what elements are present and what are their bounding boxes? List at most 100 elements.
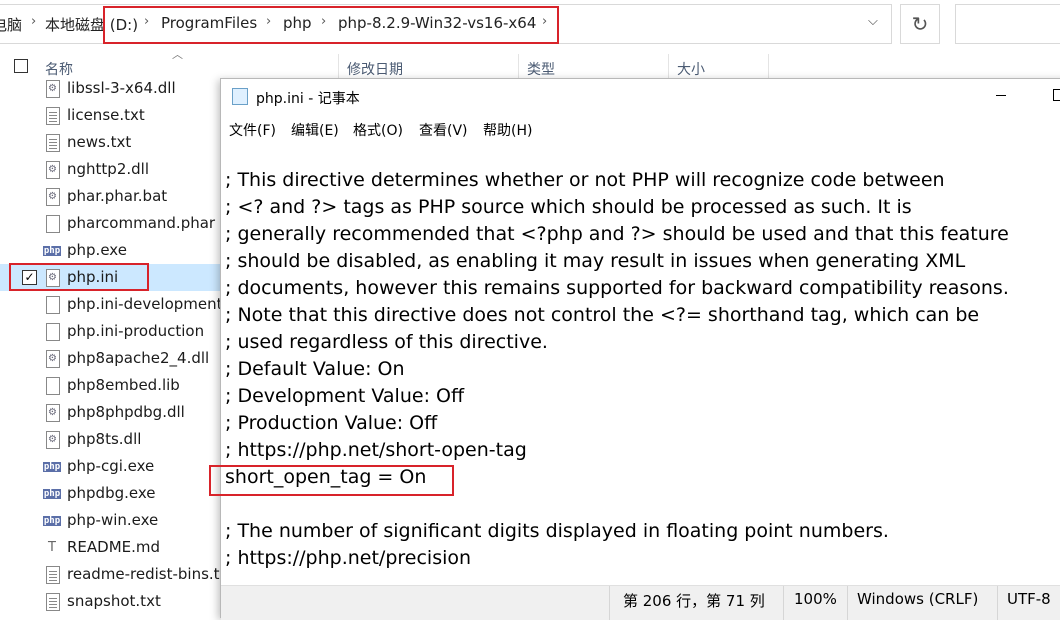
select-all-checkbox[interactable] xyxy=(14,59,28,73)
file-row[interactable]: php8apache2_4.dll xyxy=(0,345,230,372)
column-type[interactable]: 类型 xyxy=(527,59,555,79)
file-row[interactable]: php php.exe xyxy=(0,237,230,264)
refresh-icon: ↻ xyxy=(911,12,929,36)
file-row[interactable]: php php-cgi.exe xyxy=(0,453,230,480)
column-divider[interactable] xyxy=(518,54,519,80)
file-name: readme-redist-bins.txt xyxy=(67,565,235,583)
notepad-window: php.ini - 记事本 文件(F) 编辑(E) 格式(O) 查看(V) 帮助… xyxy=(209,78,1060,620)
blank-file-icon xyxy=(46,296,60,314)
file-row[interactable]: php php-win.exe xyxy=(0,507,230,534)
text-file-icon xyxy=(46,134,60,152)
file-row[interactable]: snapshot.txt xyxy=(0,588,230,615)
text-line: ; This directive determines whether or n… xyxy=(225,169,945,191)
text-line: ; should be disabled, as enabling it may… xyxy=(225,250,966,272)
file-name: nghttp2.dll xyxy=(67,160,149,178)
text-file-icon xyxy=(46,566,60,584)
php-icon-label: php xyxy=(43,246,61,256)
text-line: ; Development Value: Off xyxy=(225,385,465,407)
text-line: ; Default Value: On xyxy=(225,358,405,380)
chevron-right-icon[interactable]: › xyxy=(31,14,36,29)
text-line: ; documents, however this remains suppor… xyxy=(225,277,1009,299)
blank-file-icon xyxy=(46,323,60,341)
file-name: pharcommand.phar xyxy=(67,214,216,232)
file-name: php-win.exe xyxy=(67,511,159,529)
notepad-text-area[interactable]: ; This directive determines whether or n… xyxy=(225,169,1055,575)
file-row[interactable]: php phpdbg.exe xyxy=(0,480,230,507)
text-line: ; https://php.net/short-open-tag xyxy=(225,439,527,461)
text-line: ; generally recommended that <?php and ?… xyxy=(225,223,1009,245)
file-name: license.txt xyxy=(67,106,145,124)
file-row[interactable]: pharcommand.phar xyxy=(0,210,230,237)
file-row[interactable]: php8phpdbg.dll xyxy=(0,399,230,426)
file-row[interactable]: license.txt xyxy=(0,102,230,129)
file-row[interactable]: news.txt xyxy=(0,129,230,156)
php-exe-icon: php xyxy=(43,242,61,260)
file-name: README.md xyxy=(67,538,161,556)
sort-ascending-icon: ︿ xyxy=(172,48,183,61)
text-line: ; Note that this directive does not cont… xyxy=(225,304,980,326)
file-row[interactable]: php8embed.lib xyxy=(0,372,230,399)
file-name: php.exe xyxy=(67,241,127,259)
file-name: snapshot.txt xyxy=(67,592,161,610)
file-row[interactable]: nghttp2.dll xyxy=(0,156,230,183)
breadcrumb-this-pc[interactable]: 电脑 xyxy=(0,14,22,35)
chevron-down-icon[interactable]: ⌵ xyxy=(868,14,878,29)
notepad-titlebar[interactable]: php.ini - 记事本 xyxy=(221,79,1060,115)
file-name: php-cgi.exe xyxy=(67,457,155,475)
gear-file-icon xyxy=(46,161,60,179)
php-icon-label: php xyxy=(43,489,61,499)
php-exe-icon: php xyxy=(43,512,61,530)
php-icon-label: php xyxy=(43,516,61,526)
file-row[interactable]: php.ini-development xyxy=(0,291,230,318)
blank-file-icon xyxy=(46,215,60,233)
notepad-menubar: 文件(F) 编辑(E) 格式(O) 查看(V) 帮助(H) xyxy=(221,117,1060,141)
refresh-button[interactable]: ↻ xyxy=(900,4,940,44)
minimize-icon[interactable] xyxy=(996,95,1006,96)
column-size[interactable]: 大小 xyxy=(677,59,705,79)
file-row[interactable]: T README.md xyxy=(0,534,230,561)
column-divider[interactable] xyxy=(668,54,669,80)
php-exe-icon: php xyxy=(43,485,61,503)
markdown-file-icon: T xyxy=(48,540,56,555)
blank-file-icon xyxy=(46,377,60,395)
file-name: libssl-3-x64.dll xyxy=(67,79,176,97)
file-name: php8apache2_4.dll xyxy=(67,349,210,367)
file-name: php8ts.dll xyxy=(67,430,142,448)
menu-format[interactable]: 格式(O) xyxy=(353,120,403,140)
text-file-icon xyxy=(46,593,60,611)
search-input[interactable] xyxy=(955,4,1060,44)
file-name: php8phpdbg.dll xyxy=(67,403,185,421)
status-line-ending: Windows (CRLF) xyxy=(857,590,979,608)
column-divider[interactable] xyxy=(768,54,769,80)
status-encoding: UTF-8 xyxy=(1007,590,1051,608)
column-date[interactable]: 修改日期 xyxy=(347,59,403,79)
file-name: php.ini-production xyxy=(67,322,205,340)
gear-file-icon xyxy=(46,350,60,368)
status-position: 第 206 行，第 71 列 xyxy=(623,592,765,610)
highlight-box-short-open-tag xyxy=(209,465,454,496)
file-row[interactable]: libssl-3-x64.dll xyxy=(0,75,230,102)
file-name: php8embed.lib xyxy=(67,376,180,394)
menu-help[interactable]: 帮助(H) xyxy=(483,120,532,140)
notepad-title: php.ini - 记事本 xyxy=(256,91,360,107)
column-divider[interactable] xyxy=(338,54,339,80)
file-row[interactable]: readme-redist-bins.txt xyxy=(0,561,234,588)
text-file-icon xyxy=(46,107,60,125)
text-line: ; Production Value: Off xyxy=(225,412,438,434)
text-line: ; The number of significant digits displ… xyxy=(225,520,889,542)
file-row[interactable]: php.ini-production xyxy=(0,318,230,345)
menu-edit[interactable]: 编辑(E) xyxy=(291,120,339,140)
menu-file[interactable]: 文件(F) xyxy=(229,120,276,140)
maximize-icon[interactable] xyxy=(1053,89,1060,101)
menu-view[interactable]: 查看(V) xyxy=(419,120,468,140)
notepad-icon xyxy=(232,88,248,105)
gear-file-icon xyxy=(46,80,60,98)
highlight-box-php-ini xyxy=(9,263,149,291)
status-zoom: 100% xyxy=(794,590,837,608)
file-row[interactable]: php8ts.dll xyxy=(0,426,230,453)
text-line: ; <? and ?> tags as PHP source which sho… xyxy=(225,196,912,218)
highlight-box-path xyxy=(103,6,559,44)
php-icon-label: php xyxy=(43,462,61,472)
gear-file-icon xyxy=(46,431,60,449)
file-row[interactable]: phar.phar.bat xyxy=(0,183,230,210)
